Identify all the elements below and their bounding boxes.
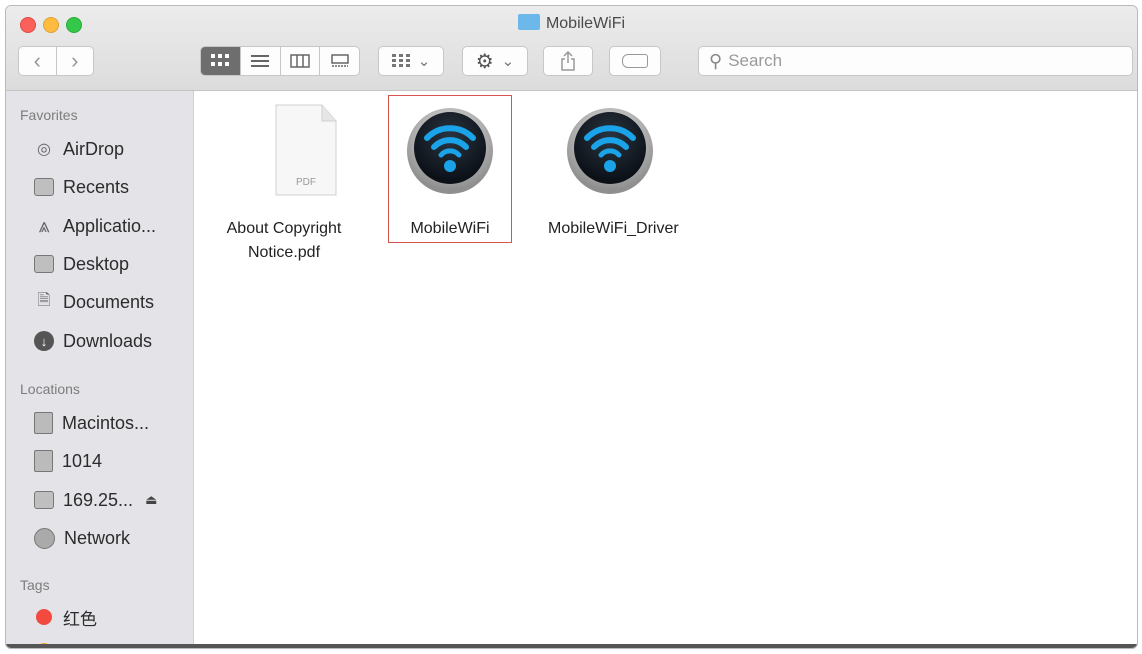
magnifier-icon: ⚲ [709,50,723,71]
eject-icon[interactable]: ⏏ [145,492,157,508]
folder-icon [517,14,540,30]
sidebar-item-label: Macintos... [62,412,150,433]
sidebar-item-label: 红色 [63,609,97,630]
sidebar-item-desktop[interactable]: Desktop [34,251,129,277]
finder-window: MobileWiFi ‹ › ⌄ ⚙ ⌄ ⚲ Search Favorites … [5,5,1138,649]
sidebar-item-label: Recents [63,176,130,197]
red-tag-icon [36,609,52,625]
chevron-down-icon: ⌄ [501,53,515,70]
action-menu-button[interactable]: ⚙ ⌄ [462,46,528,76]
wifi-app-icon [567,108,653,194]
gallery-icon [330,54,349,67]
forward-button[interactable]: › [57,48,94,74]
sidebar-item-label: Documents [63,291,155,312]
back-forward-control: ‹ › [18,46,94,76]
wifi-app-icon [407,108,493,194]
columns-icon [290,54,310,68]
group-grid-icon [391,54,410,67]
airdrop-icon: ◎ [37,141,51,158]
pdf-badge: PDF [296,177,316,188]
hard-drive-icon [34,412,53,434]
share-button[interactable] [543,46,593,76]
sidebar-item-server[interactable]: 169.25... ⏏ [34,487,157,513]
sidebar-item-1014[interactable]: 1014 [34,448,102,474]
sidebar-item-network[interactable]: Network [34,525,130,551]
sidebar-section-tags: Tags [20,577,50,593]
sidebar-item-macintosh[interactable]: Macintos... [34,410,149,436]
view-mode-control [200,46,360,76]
file-browser: PDF About Copyright Notice.pdf MobileWiF… [194,91,1137,648]
sidebar-item-label: 1014 [62,450,103,471]
title-bar: MobileWiFi ‹ › ⌄ ⚙ ⌄ ⚲ Search [6,6,1137,91]
pdf-document-icon: PDF [275,104,337,196]
desktop-icon [34,255,54,273]
gear-icon: ⚙ [475,50,494,73]
network-icon [34,527,55,549]
sidebar-item-documents[interactable]: 🗎 Documents [34,289,154,315]
chevron-down-icon: ⌄ [417,53,431,70]
file-name-line1: About Copyright [226,220,342,237]
sidebar-item-label: AirDrop [63,138,125,159]
sidebar-item-label: Network [64,527,131,548]
sidebar-item-airdrop[interactable]: ◎ AirDrop [34,136,124,162]
applications-icon: ⩓ [38,214,50,237]
search-placeholder: Search [728,51,783,70]
sidebar-section-locations: Locations [20,381,80,397]
sidebar-item-recents[interactable]: Recents [34,174,129,200]
recents-icon [34,178,54,196]
share-icon [561,51,575,71]
sidebar-item-label: Applicatio... [63,215,157,236]
list-icon [251,55,270,67]
server-icon [34,491,54,509]
sidebar-item-label: Desktop [63,253,130,274]
file-item-mobilewifi[interactable]: MobileWiFi [390,91,510,241]
documents-icon: 🗎 [37,291,51,309]
downloads-icon: ↓ [34,331,54,351]
grid-icon [211,54,230,66]
window-title: MobileWiFi [6,14,1137,33]
gallery-view-button[interactable] [320,47,359,75]
disk-icon [34,450,53,472]
file-item-mobilewifi-driver[interactable]: MobileWiFi_Driver [548,91,679,241]
file-name: MobileWiFi [410,220,490,237]
sidebar-section-favorites: Favorites [20,107,78,123]
icon-view-button[interactable] [201,47,241,75]
file-item-pdf[interactable]: PDF About Copyright Notice.pdf [224,91,344,265]
tag-icon [622,54,648,68]
list-view-button[interactable] [241,47,281,75]
bottom-edge [6,644,1137,648]
sidebar-item-downloads[interactable]: ↓ Downloads [34,328,152,354]
sidebar: Favorites ◎ AirDrop Recents ⩓ Applicatio… [6,91,194,648]
column-view-button[interactable] [281,47,321,75]
sidebar-item-label: Downloads [63,330,153,351]
sidebar-item-label: 169.25... [63,489,134,510]
group-by-button[interactable]: ⌄ [378,46,444,76]
sidebar-tag-red[interactable]: 红色 [34,604,97,630]
sidebar-item-applications[interactable]: ⩓ Applicatio... [34,213,156,239]
file-name: MobileWiFi_Driver [548,220,679,237]
file-name-line2: Notice.pdf [247,244,321,261]
tags-button[interactable] [609,46,661,76]
search-field[interactable]: ⚲ Search [698,46,1133,76]
back-button[interactable]: ‹ [19,48,56,74]
